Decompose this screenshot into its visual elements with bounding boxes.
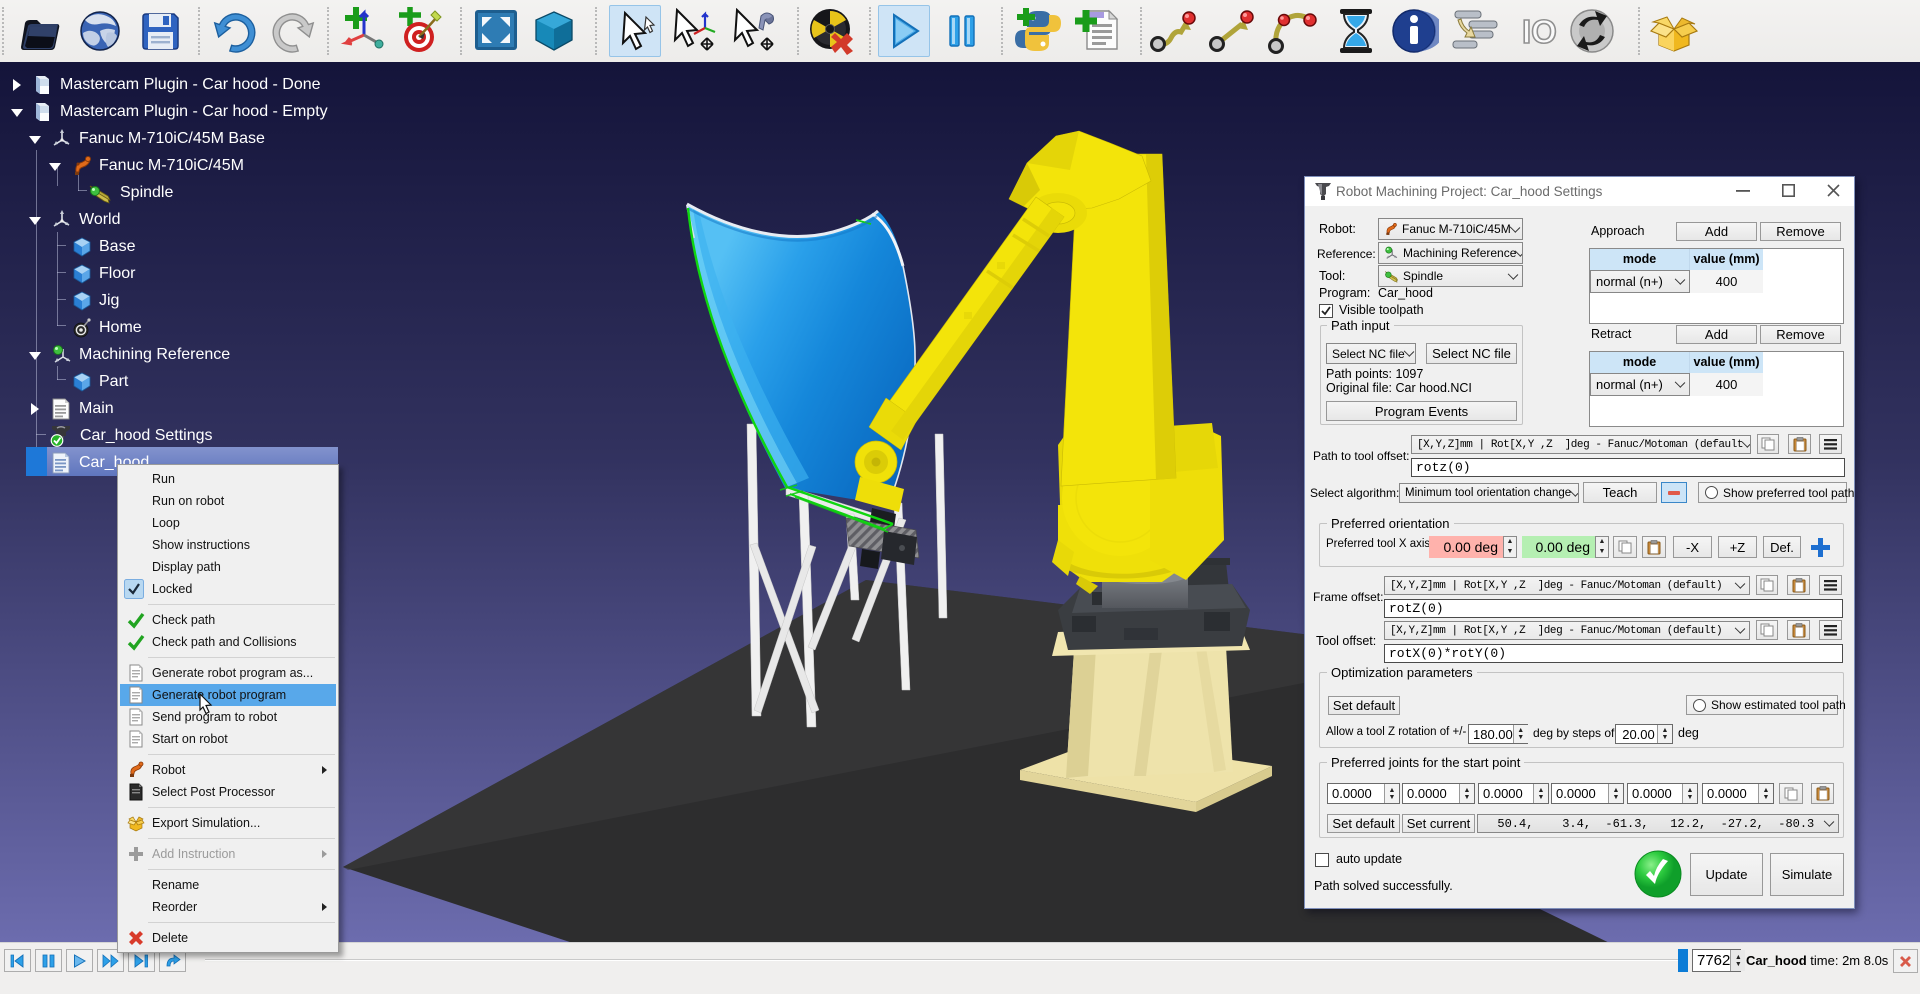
svg-text:IO: IO (1522, 13, 1557, 50)
